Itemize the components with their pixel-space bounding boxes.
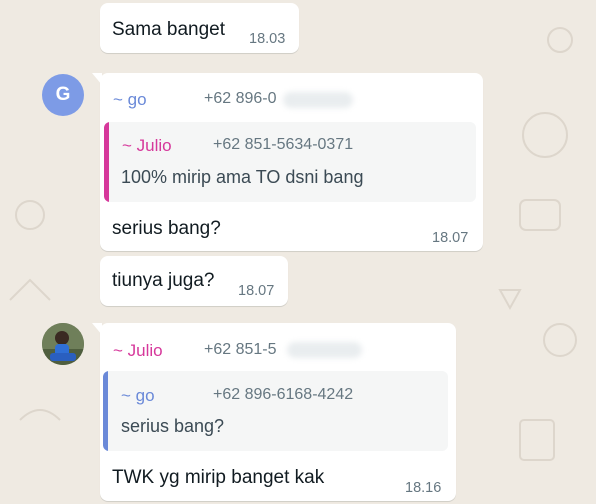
message-bubble[interactable]: tiunya juga? 18.07 — [100, 256, 288, 306]
avatar-photo-julio — [42, 323, 84, 365]
sender-avatar[interactable] — [42, 323, 84, 365]
sender-avatar[interactable]: G — [42, 74, 84, 116]
message-text: tiunya juga? — [112, 270, 215, 291]
message-bubble[interactable]: ~ go +62 896-0 ~ Julio +62 851-5634-0371… — [92, 73, 483, 251]
sender-phone: +62 896-0 — [204, 90, 277, 107]
quoted-message[interactable]: ~ Julio +62 851-5634-0371 100% mirip ama… — [104, 122, 476, 202]
quote-bar — [103, 371, 108, 451]
message-text: Sama banget — [112, 19, 226, 40]
quoted-phone: +62 851-5634-0371 — [213, 136, 354, 153]
sender-name[interactable]: ~ go — [113, 90, 147, 110]
quoted-text: 100% mirip ama TO dsni bang — [121, 167, 364, 187]
message-text: TWK yg mirip banget kak — [112, 467, 325, 488]
message-bubble[interactable]: Sama banget 18.03 — [100, 3, 299, 53]
quote-bar — [104, 122, 109, 202]
quoted-sender: ~ go — [121, 386, 155, 405]
redacted-phone-blur — [287, 342, 362, 358]
message-time: 18.07 — [432, 230, 469, 246]
avatar-letter: G — [55, 84, 71, 105]
quoted-sender: ~ Julio — [122, 136, 172, 155]
quoted-message[interactable]: ~ go +62 896-6168-4242 serius bang? — [103, 371, 448, 451]
sender-name[interactable]: ~ Julio — [113, 341, 163, 361]
message-text: serius bang? — [112, 218, 221, 239]
message-time: 18.03 — [249, 31, 286, 47]
quoted-phone: +62 896-6168-4242 — [213, 386, 354, 403]
message-time: 18.07 — [238, 283, 275, 299]
sender-phone: +62 851-5 — [204, 341, 277, 358]
quoted-text: serius bang? — [121, 416, 225, 436]
message-bubble[interactable]: ~ Julio +62 851-5 ~ go +62 896-6168-4242… — [92, 323, 456, 501]
message-time: 18.16 — [405, 480, 442, 496]
redacted-phone-blur — [283, 92, 353, 108]
